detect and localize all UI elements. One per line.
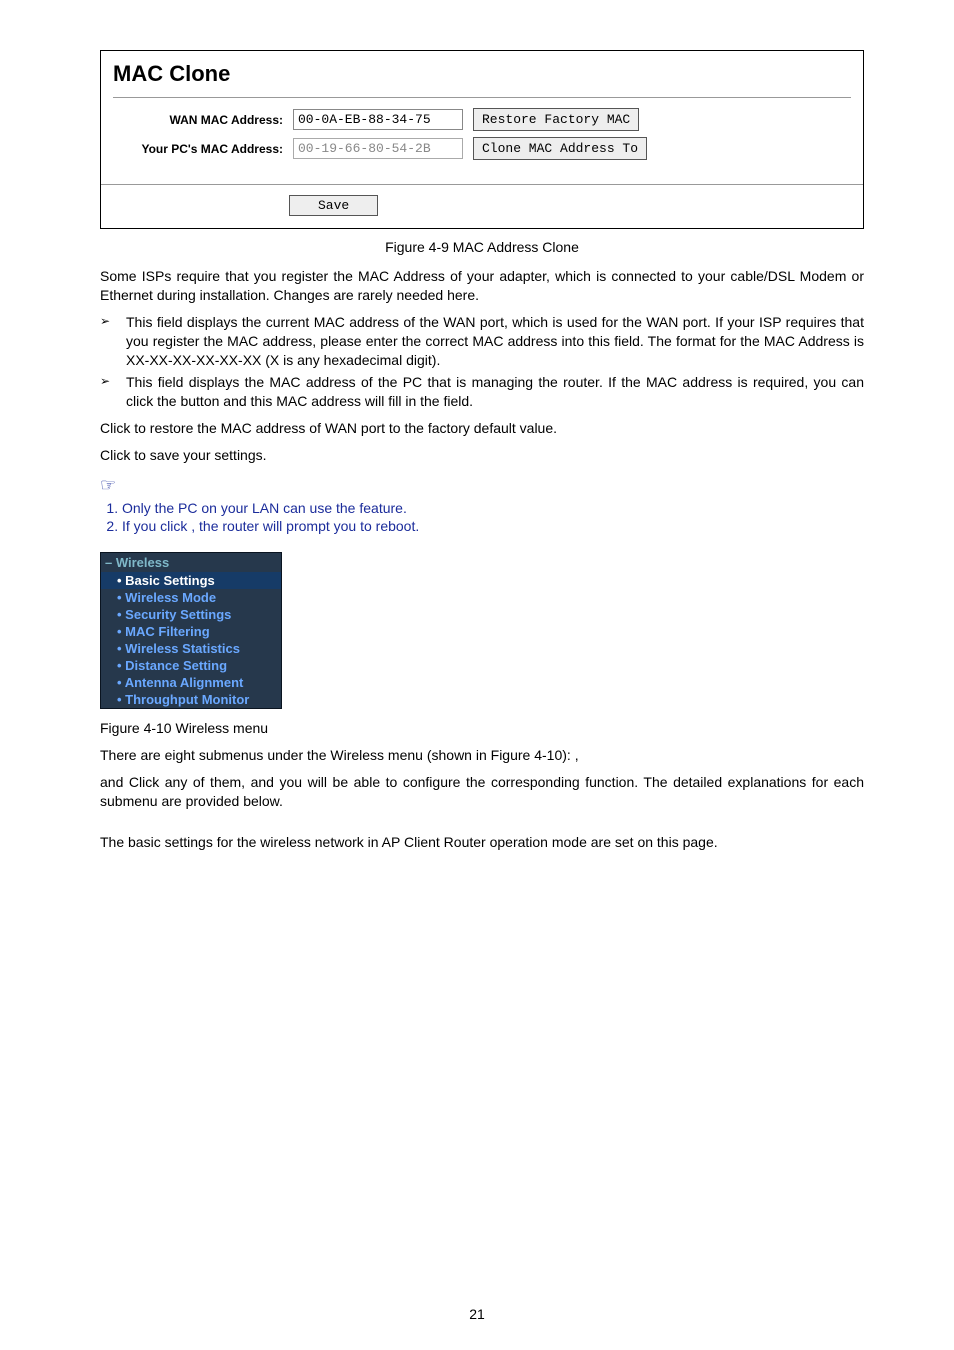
- wireless-menu-para2-b: Click any of them, and you will be able …: [100, 774, 864, 809]
- note2-a: If you click: [122, 518, 191, 534]
- pc-mac-input: [293, 138, 463, 159]
- wireless-menu-para-comma: ,: [575, 747, 579, 763]
- sidebar-item-basic-settings[interactable]: Basic Settings: [101, 572, 281, 589]
- pc-mac-bullet-t2: button and this MAC address will fill in…: [180, 393, 443, 409]
- wan-mac-label: WAN MAC Address:: [113, 113, 283, 127]
- basic-settings-para: The basic settings for the wireless netw…: [100, 833, 864, 852]
- wan-mac-bullet: ➢ This field displays the current MAC ad…: [100, 313, 864, 370]
- wireless-menu-para2-a: and: [100, 774, 129, 790]
- note-hand-icon: ☞: [100, 475, 864, 496]
- mac-clone-title: MAC Clone: [101, 51, 863, 97]
- wireless-menu-para-a: There are eight submenus under the Wirel…: [100, 747, 575, 763]
- save-row: Save: [101, 184, 863, 228]
- note1-b: feature.: [359, 500, 406, 516]
- wan-mac-row: WAN MAC Address: Restore Factory MAC: [113, 108, 851, 131]
- bullet-arrow-icon: ➢: [100, 373, 126, 411]
- sidebar-item-throughput-monitor[interactable]: Throughput Monitor: [101, 691, 281, 708]
- wireless-submenu: Wireless Basic Settings Wireless Mode Se…: [100, 552, 282, 709]
- note-list: Only the PC on your LAN can use the feat…: [100, 500, 864, 534]
- click-save-para: Click to save your settings.: [100, 446, 864, 465]
- panel-divider: [113, 97, 851, 98]
- save-button[interactable]: Save: [289, 195, 378, 216]
- pc-mac-bullet-text: This field displays the MAC address of t…: [126, 373, 864, 411]
- wireless-menu-para: There are eight submenus under the Wirel…: [100, 746, 864, 765]
- click-restore-para: Click to restore the MAC address of WAN …: [100, 419, 864, 438]
- note2-b: , the router will prompt you to reboot.: [191, 518, 419, 534]
- note1-a: Only the PC on your LAN can use the: [122, 500, 359, 516]
- page-number: 21: [0, 1306, 954, 1322]
- note-item-1: Only the PC on your LAN can use the feat…: [122, 500, 864, 516]
- sidebar-item-antenna-alignment[interactable]: Antenna Alignment: [101, 674, 281, 691]
- figure-4-10-caption: Figure 4-10 Wireless menu: [100, 719, 864, 738]
- pc-mac-bullet-t3: field.: [443, 393, 473, 409]
- intro-para: Some ISPs require that you register the …: [100, 267, 864, 305]
- sidebar-item-mac-filtering[interactable]: MAC Filtering: [101, 623, 281, 640]
- wan-mac-input[interactable]: [293, 109, 463, 130]
- click-restore-b: to restore the MAC address of WAN port t…: [134, 420, 557, 436]
- sidebar-item-distance-setting[interactable]: Distance Setting: [101, 657, 281, 674]
- pc-mac-bullet: ➢ This field displays the MAC address of…: [100, 373, 864, 411]
- sidebar-item-security-settings[interactable]: Security Settings: [101, 606, 281, 623]
- clone-mac-button[interactable]: Clone MAC Address To: [473, 137, 647, 160]
- wireless-header[interactable]: Wireless: [101, 553, 281, 572]
- click-save-b: to save your settings.: [134, 447, 266, 463]
- note-item-2: If you click , the router will prompt yo…: [122, 518, 864, 534]
- click-save-a: Click: [100, 447, 134, 463]
- mac-clone-body: WAN MAC Address: Restore Factory MAC You…: [101, 108, 863, 176]
- wan-mac-bullet-text: This field displays the current MAC addr…: [126, 313, 864, 370]
- sidebar-item-wireless-statistics[interactable]: Wireless Statistics: [101, 640, 281, 657]
- mac-clone-panel: MAC Clone WAN MAC Address: Restore Facto…: [100, 50, 864, 229]
- bullet-arrow-icon: ➢: [100, 313, 126, 370]
- restore-factory-mac-button[interactable]: Restore Factory MAC: [473, 108, 639, 131]
- pc-mac-label: Your PC's MAC Address:: [113, 142, 283, 156]
- wireless-menu-para2: and Click any of them, and you will be a…: [100, 773, 864, 811]
- figure-4-9-caption: Figure 4-9 MAC Address Clone: [100, 239, 864, 255]
- pc-mac-row: Your PC's MAC Address: Clone MAC Address…: [113, 137, 851, 160]
- sidebar-item-wireless-mode[interactable]: Wireless Mode: [101, 589, 281, 606]
- click-restore-a: Click: [100, 420, 134, 436]
